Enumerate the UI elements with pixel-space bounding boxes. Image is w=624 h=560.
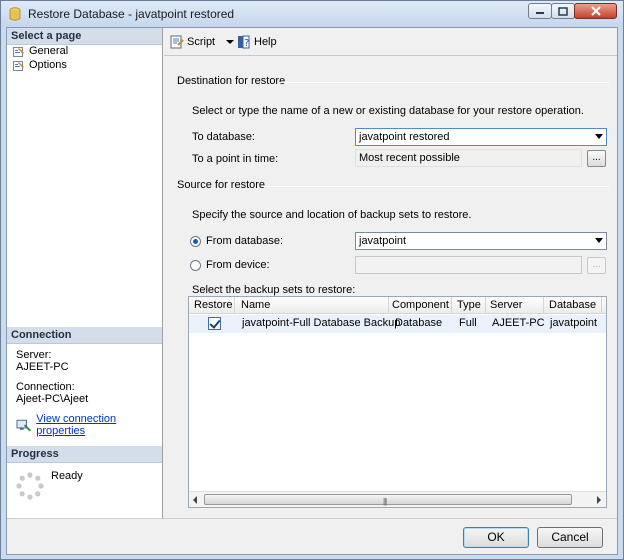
wrench-page-icon [13,60,24,71]
column-divider[interactable] [601,297,602,314]
backup-sets-label: Select the backup sets to restore: [192,284,356,296]
minimize-icon [536,12,544,14]
script-button[interactable]: Script [170,35,236,49]
destination-separator [279,82,609,83]
dropdown-arrow-icon[interactable] [595,134,603,139]
progress-spinner-icon [16,472,44,500]
minimize-button[interactable] [528,3,552,19]
chevron-down-icon [226,40,235,44]
close-icon [590,6,601,16]
backup-sets-grid: Restore Name Component Type Server Datab… [188,296,607,508]
script-icon [170,35,184,49]
restore-checkbox[interactable] [208,317,221,330]
help-label: Help [254,36,277,48]
column-divider[interactable] [485,297,486,314]
table-row[interactable]: javatpoint-Full Database Backup Database… [189,315,606,333]
column-divider[interactable] [543,297,544,314]
cell-type: Full [459,317,477,329]
close-button[interactable] [574,3,617,19]
select-page-header: Select a page [7,28,162,45]
page-item-label: Options [29,59,67,71]
destination-description: Select or type the name of a new or exis… [192,105,584,117]
destination-group-title: Destination for restore [177,75,286,87]
page-item-label: General [29,45,69,57]
connection-value: Ajeet-PC\Ajeet [16,393,89,405]
dialog-client-area: Select a page General Options Connection… [6,27,618,555]
cancel-button[interactable]: Cancel [537,527,603,548]
point-in-time-browse-button[interactable]: ... [587,150,606,167]
progress-header: Progress [7,446,162,463]
page-item-general[interactable]: General [13,45,68,57]
column-divider[interactable] [234,297,235,314]
source-group-title: Source for restore [177,179,266,191]
column-header-type[interactable]: Type [457,299,481,311]
column-header-server[interactable]: Server [490,299,522,311]
scrollbar-thumb[interactable]: ||| [204,494,572,506]
from-device-browse-button: ... [587,257,606,274]
ok-button[interactable]: OK [463,527,529,548]
connection-properties-icon [16,419,31,431]
dialog-button-bar: OK Cancel [7,518,617,554]
cell-server: AJEET-PC [492,317,545,329]
server-label: Server: [16,349,52,361]
help-icon: ? [238,35,250,49]
wrench-page-icon [13,46,24,57]
from-device-label[interactable]: From device: [206,259,270,271]
restore-database-window: Restore Database - javatpoint restored S… [0,0,624,560]
window-title: Restore Database - javatpoint restored [28,7,235,21]
maximize-icon [558,6,568,16]
column-divider[interactable] [388,297,389,314]
to-database-label: To database: [192,131,255,143]
cell-component: Database [395,317,443,329]
connection-label: Connection: [16,381,75,393]
to-point-in-time-value: Most recent possible [355,149,582,167]
scroll-right-icon[interactable] [597,496,601,504]
grip-icon: ||| [383,497,387,506]
from-database-label[interactable]: From database: [206,235,283,247]
column-header-database[interactable]: Database [549,299,596,311]
to-database-combobox[interactable]: javatpoint restored [355,128,607,146]
source-description: Specify the source and location of backu… [192,209,472,221]
from-device-input [355,256,582,274]
grid-header: Restore Name Component Type Server Datab… [189,297,606,314]
from-database-value: javatpoint [359,235,407,247]
server-value: AJEET-PC [16,361,69,373]
svg-text:?: ? [244,38,249,49]
help-button[interactable]: ? Help [237,35,277,49]
column-divider[interactable] [451,297,452,314]
dropdown-arrow-icon[interactable] [595,238,603,243]
cell-database: javatpoint [550,317,598,329]
script-label: Script [187,36,216,48]
progress-status: Ready [51,470,83,482]
column-header-restore[interactable]: Restore [194,299,233,311]
to-point-in-time-label: To a point in time: [192,153,279,165]
database-icon [9,7,21,21]
left-panel: Select a page General Options Connection… [7,28,163,518]
from-database-radio[interactable] [190,236,201,247]
view-connection-properties[interactable]: View connection properties [16,413,162,437]
column-header-name[interactable]: Name [241,299,270,311]
general-page-panel: Script ? Help Destination for restore Se… [164,28,617,518]
scroll-left-icon[interactable] [193,496,197,504]
from-device-radio[interactable] [190,260,201,271]
column-header-component[interactable]: Component [392,299,449,311]
connection-header: Connection [7,327,162,344]
horizontal-scrollbar[interactable]: ||| [189,491,606,507]
source-separator [262,186,609,187]
maximize-button[interactable] [551,3,575,19]
view-connection-link[interactable]: View connection properties [36,413,162,437]
from-database-combobox[interactable]: javatpoint [355,232,607,250]
toolbar: Script ? Help [164,28,617,56]
title-bar: Restore Database - javatpoint restored [1,1,623,27]
to-database-value: javatpoint restored [359,131,450,143]
page-item-options[interactable]: Options [13,59,67,71]
cell-name: javatpoint-Full Database Backup [242,317,401,329]
